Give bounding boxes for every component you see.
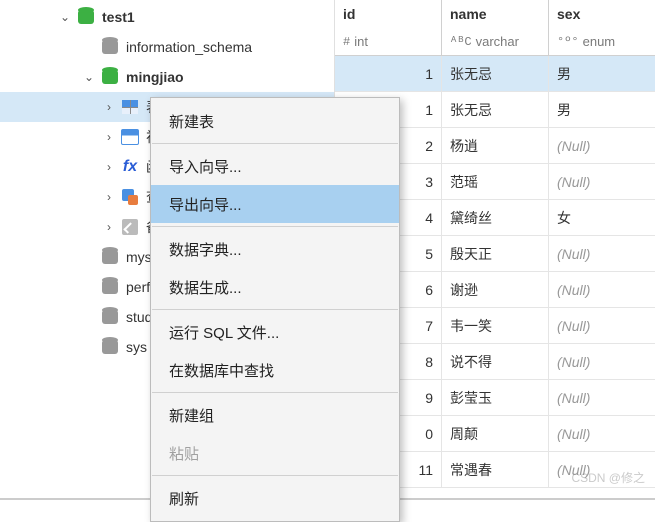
tree-item-mingjiao[interactable]: ⌄ mingjiao bbox=[0, 62, 334, 92]
cell-name[interactable]: 韦一笑 bbox=[442, 308, 549, 343]
chevron-down-icon[interactable]: ⌄ bbox=[80, 70, 98, 84]
cell-sex[interactable]: (Null) bbox=[549, 164, 655, 199]
cell-name[interactable]: 范瑶 bbox=[442, 164, 549, 199]
column-type: ᴬᴮCvarchar bbox=[450, 34, 540, 49]
menu-separator bbox=[152, 392, 398, 393]
cell-name[interactable]: 张无忌 bbox=[442, 92, 549, 127]
menu-separator bbox=[152, 226, 398, 227]
menu-item[interactable]: 新建组 bbox=[151, 396, 399, 434]
db-gray-icon bbox=[98, 307, 122, 327]
chevron-right-icon[interactable]: › bbox=[100, 190, 118, 204]
cell-name[interactable]: 殷天正 bbox=[442, 236, 549, 271]
cell-name[interactable]: 谢逊 bbox=[442, 272, 549, 307]
tree-item-label: information_schema bbox=[126, 39, 252, 55]
cell-sex[interactable]: 男 bbox=[549, 92, 655, 127]
menu-item[interactable]: 刷新 bbox=[151, 479, 399, 517]
cell-name[interactable]: 张无忌 bbox=[442, 56, 549, 91]
chevron-right-icon[interactable]: › bbox=[100, 130, 118, 144]
column-name: name bbox=[450, 6, 540, 22]
cell-name[interactable]: 常遇春 bbox=[442, 452, 549, 487]
context-menu: 新建表导入向导...导出向导... 数据字典...数据生成... 运行 SQL 文件… bbox=[150, 97, 400, 522]
menu-item[interactable]: 数据生成... bbox=[151, 268, 399, 306]
db-gray-icon bbox=[98, 37, 122, 57]
db-gray-icon bbox=[98, 277, 122, 297]
view-icon bbox=[118, 127, 142, 147]
column-name: id bbox=[343, 6, 433, 22]
cell-sex[interactable]: (Null) bbox=[549, 344, 655, 379]
tree-item-label: test1 bbox=[102, 9, 135, 25]
tree-item-label: mingjiao bbox=[126, 69, 184, 85]
cell-name[interactable]: 黛绮丝 bbox=[442, 200, 549, 235]
db-gray-icon bbox=[98, 337, 122, 357]
chevron-right-icon[interactable]: › bbox=[100, 100, 118, 114]
table-header-row: id #int name ᴬᴮCvarchar sex °º°enum bbox=[335, 0, 655, 56]
menu-separator bbox=[152, 475, 398, 476]
cell-name[interactable]: 杨逍 bbox=[442, 128, 549, 163]
cell-sex[interactable]: (Null) bbox=[549, 236, 655, 271]
chevron-down-icon[interactable]: ⌄ bbox=[56, 10, 74, 24]
cell-sex[interactable]: 男 bbox=[549, 56, 655, 91]
chevron-right-icon[interactable]: › bbox=[100, 160, 118, 174]
menu-item[interactable]: 数据字典... bbox=[151, 230, 399, 268]
cell-sex[interactable]: (Null) bbox=[549, 272, 655, 307]
menu-item[interactable]: 导入向导... bbox=[151, 147, 399, 185]
column-header-sex[interactable]: sex °º°enum bbox=[549, 0, 655, 55]
chevron-right-icon[interactable]: › bbox=[100, 220, 118, 234]
cell-id[interactable]: 1 bbox=[335, 56, 442, 91]
cell-sex[interactable]: (Null) bbox=[549, 380, 655, 415]
fx-icon: fx bbox=[118, 157, 142, 177]
menu-item[interactable]: 运行 SQL 文件... bbox=[151, 313, 399, 351]
cell-sex[interactable]: (Null) bbox=[549, 308, 655, 343]
tree-item-information_schema[interactable]: ›information_schema bbox=[0, 32, 334, 62]
db-gray-icon bbox=[98, 247, 122, 267]
cell-name[interactable]: 彭莹玉 bbox=[442, 380, 549, 415]
cell-name[interactable]: 说不得 bbox=[442, 344, 549, 379]
menu-item[interactable]: 新建表 bbox=[151, 102, 399, 140]
bak-icon bbox=[118, 217, 142, 237]
column-header-name[interactable]: name ᴬᴮCvarchar bbox=[442, 0, 549, 55]
db-green-icon bbox=[98, 67, 122, 87]
column-header-id[interactable]: id #int bbox=[335, 0, 442, 55]
cell-sex[interactable]: 女 bbox=[549, 200, 655, 235]
tree-item-test1[interactable]: ⌄ test1 bbox=[0, 2, 334, 32]
menu-separator bbox=[152, 143, 398, 144]
column-name: sex bbox=[557, 6, 647, 22]
cell-sex[interactable]: (Null) bbox=[549, 128, 655, 163]
menu-item: 粘贴 bbox=[151, 434, 399, 472]
cell-name[interactable]: 周颠 bbox=[442, 416, 549, 451]
tbl-icon bbox=[118, 97, 142, 117]
menu-item[interactable]: 导出向导... bbox=[151, 185, 399, 223]
qry-icon bbox=[118, 187, 142, 207]
watermark: CSDN @修之 bbox=[571, 469, 645, 486]
menu-item[interactable]: 在数据库中查找 bbox=[151, 351, 399, 389]
menu-separator bbox=[152, 309, 398, 310]
db-green-icon bbox=[74, 7, 98, 27]
table-row[interactable]: 1张无忌男 bbox=[335, 56, 655, 92]
column-type: #int bbox=[343, 34, 433, 49]
column-type: °º°enum bbox=[557, 34, 647, 49]
tree-item-label: sys bbox=[126, 339, 147, 355]
cell-sex[interactable]: (Null) bbox=[549, 416, 655, 451]
